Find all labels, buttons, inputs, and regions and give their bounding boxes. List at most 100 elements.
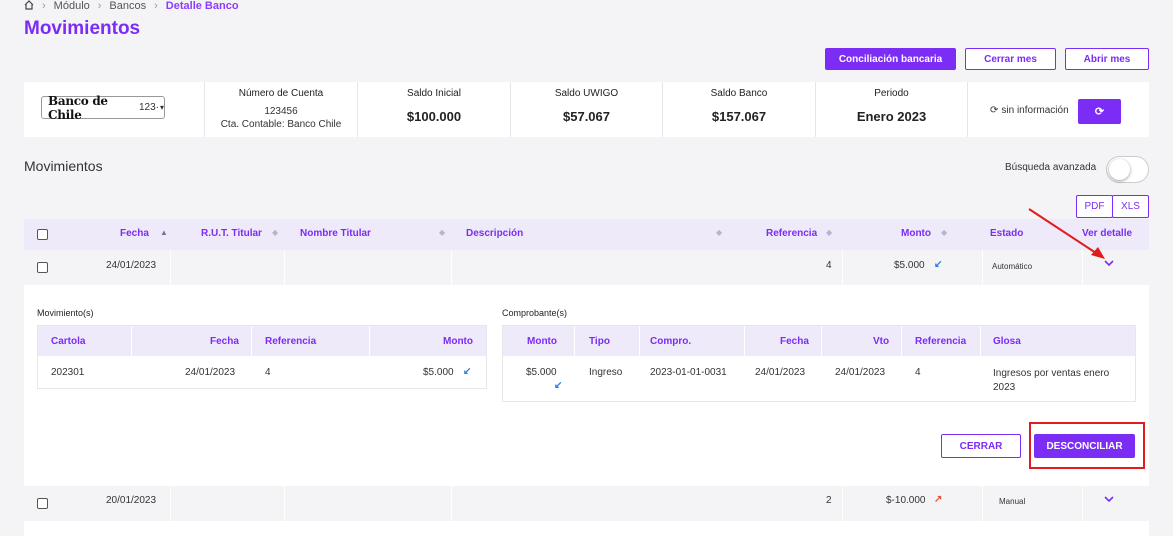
chevron-down-icon: ▾ (159, 103, 164, 112)
sub-tipo: Ingreso (589, 367, 623, 378)
row-checkbox[interactable] (37, 262, 48, 273)
sub-vto: 24/01/2023 (835, 367, 886, 378)
sub-compro: 2023-01-01-0031 (650, 367, 727, 378)
row-checkbox[interactable] (37, 498, 48, 509)
cerrar-button[interactable]: CERRAR (941, 434, 1021, 458)
row-fecha: 20/01/2023 (106, 495, 157, 506)
sub-header-glosa: Glosa (993, 336, 1021, 347)
sub-header-compro: Compro. (650, 336, 692, 347)
sub-cartola: 202301 (51, 367, 85, 378)
sync-cell: ⟳ sin información ⟳ (968, 82, 1149, 137)
movimientos-subtitle: Movimiento(s) (37, 308, 94, 318)
saldo-banco-value: $157.067 (711, 109, 767, 124)
sort-icon[interactable]: ◆ (272, 228, 278, 237)
sub-header-fecha: Fecha (210, 336, 239, 347)
toggle-knob (1109, 159, 1130, 180)
sync-status: sin información (1001, 105, 1069, 116)
sub-header-monto: Monto (443, 336, 473, 347)
bank-select-value: 123· (138, 102, 159, 113)
table-row: 20/01/2023 2 $-10.000 ↗ Manual (24, 486, 1149, 521)
sub-referencia: 4 (265, 367, 271, 378)
page-title: Movimientos (24, 18, 141, 39)
bank-logo: Banco de Chile (48, 93, 108, 122)
sub-fecha: 24/01/2023 (755, 367, 806, 378)
header-nombre[interactable]: Nombre Titular (300, 228, 371, 239)
bank-select[interactable]: Banco de Chile 123· ▾ (41, 93, 165, 122)
refresh-icon: ⟳ (1094, 106, 1105, 118)
sub-header-cartola: Cartola (51, 336, 86, 347)
movimientos-table: Fecha ▲ R.U.T. Titular ◆ Nombre Titular … (24, 219, 1149, 536)
sort-icon[interactable]: ◆ (716, 228, 722, 237)
saldo-banco-label: Saldo Banco (710, 88, 768, 99)
home-icon[interactable] (24, 0, 34, 13)
saldo-inicial-cell: Saldo Inicial $100.000 (358, 82, 511, 137)
bank-select-cell: Banco de Chile 123· ▾ (24, 82, 205, 137)
row-fecha: 24/01/2023 (106, 260, 157, 271)
breadcrumb-item-bancos[interactable]: Bancos (109, 0, 146, 12)
down-arrow-icon: ↙ (934, 259, 943, 270)
comprobantes-subtable: Monto Tipo Compro. Fecha Vto Referencia … (502, 325, 1136, 402)
sub-header-tipo: Tipo (589, 336, 610, 347)
cuenta-cell: Número de Cuenta 123456 Cta. Contable: B… (205, 82, 358, 137)
breadcrumb-item-modulo[interactable]: Módulo (54, 0, 90, 12)
header-estado[interactable]: Estado (990, 228, 1023, 239)
sort-up-icon[interactable]: ▲ (160, 228, 168, 237)
saldo-inicial-label: Saldo Inicial (407, 88, 461, 99)
sub-header-fecha: Fecha (780, 336, 809, 347)
sub-header-referencia: Referencia (915, 336, 967, 347)
sync-button[interactable]: ⟳ (1078, 99, 1121, 124)
annotation-arrow-icon (1028, 208, 1105, 259)
conciliacion-bancaria-button[interactable]: Conciliación bancaria (825, 48, 956, 70)
export-xls-button[interactable]: XLS (1112, 195, 1149, 218)
periodo-value: Enero 2023 (856, 109, 927, 124)
advanced-search-toggle[interactable] (1106, 156, 1149, 183)
sort-icon[interactable]: ◆ (439, 228, 445, 237)
saldo-uwigo-label: Saldo UWIGO (554, 88, 619, 99)
breadcrumb-separator-icon: › (154, 0, 158, 12)
table-row: 24/01/2023 4 $5.000 ↙ Automático (24, 250, 1149, 285)
chevron-down-icon[interactable] (1104, 494, 1114, 506)
sub-fecha: 24/01/2023 (185, 367, 236, 378)
row-referencia: 4 (826, 260, 832, 271)
saldo-banco-cell: Saldo Banco $157.067 (663, 82, 816, 137)
highlight-box (1029, 422, 1145, 469)
cuenta-value: 123456 (264, 106, 298, 117)
advanced-search-label: Búsqueda avanzada (1005, 162, 1097, 173)
sort-icon[interactable]: ◆ (826, 228, 832, 237)
sub-glosa: Ingresos por ventas enero 2023 (993, 368, 1110, 393)
periodo-cell: Periodo Enero 2023 (816, 82, 968, 137)
header-monto[interactable]: Monto (901, 228, 931, 239)
row-estado: Manual (999, 497, 1026, 506)
breadcrumb: › Módulo › Bancos › Detalle Banco (24, 0, 247, 12)
header-fecha[interactable]: Fecha (120, 228, 149, 239)
table-header: Fecha ▲ R.U.T. Titular ◆ Nombre Titular … (24, 219, 1149, 250)
select-all-checkbox[interactable] (37, 229, 48, 240)
refresh-icon: ⟳ (990, 105, 999, 116)
row-referencia: 2 (826, 495, 832, 506)
sub-header-vto: Vto (873, 336, 890, 347)
sub-referencia: 4 (915, 367, 921, 378)
breadcrumb-separator-icon: › (42, 0, 46, 12)
header-referencia[interactable]: Referencia (766, 228, 817, 239)
down-arrow-icon: ↙ (463, 366, 472, 377)
comprobantes-subtitle: Comprobante(s) (502, 308, 568, 318)
saldo-inicial-value: $100.000 (406, 109, 462, 124)
cuenta-label: Número de Cuenta (238, 88, 324, 99)
header-descripcion[interactable]: Descripción (466, 228, 523, 239)
cuenta-contable: Cta. Contable: Banco Chile (220, 119, 342, 130)
cerrar-mes-button[interactable]: Cerrar mes (965, 48, 1056, 70)
sub-header-monto: Monto (527, 336, 557, 347)
movimientos-subtable: Cartola Fecha Referencia Monto 202301 24… (37, 325, 487, 389)
header-rut[interactable]: R.U.T. Titular (201, 228, 262, 239)
breadcrumb-item-active: Detalle Banco (165, 0, 239, 12)
periodo-label: Periodo (874, 88, 909, 99)
section-title: Movimientos (24, 158, 103, 174)
row-monto: $5.000 (894, 260, 925, 271)
saldo-uwigo-value: $57.067 (563, 109, 610, 124)
sub-monto: $5.000 (423, 367, 454, 378)
sub-header-referencia: Referencia (265, 336, 317, 347)
abrir-mes-button[interactable]: Abrir mes (1065, 48, 1149, 70)
bank-summary-card: Banco de Chile 123· ▾ Número de Cuenta 1… (24, 82, 1149, 137)
sort-icon[interactable]: ◆ (941, 228, 947, 237)
breadcrumb-separator-icon: › (97, 0, 102, 12)
